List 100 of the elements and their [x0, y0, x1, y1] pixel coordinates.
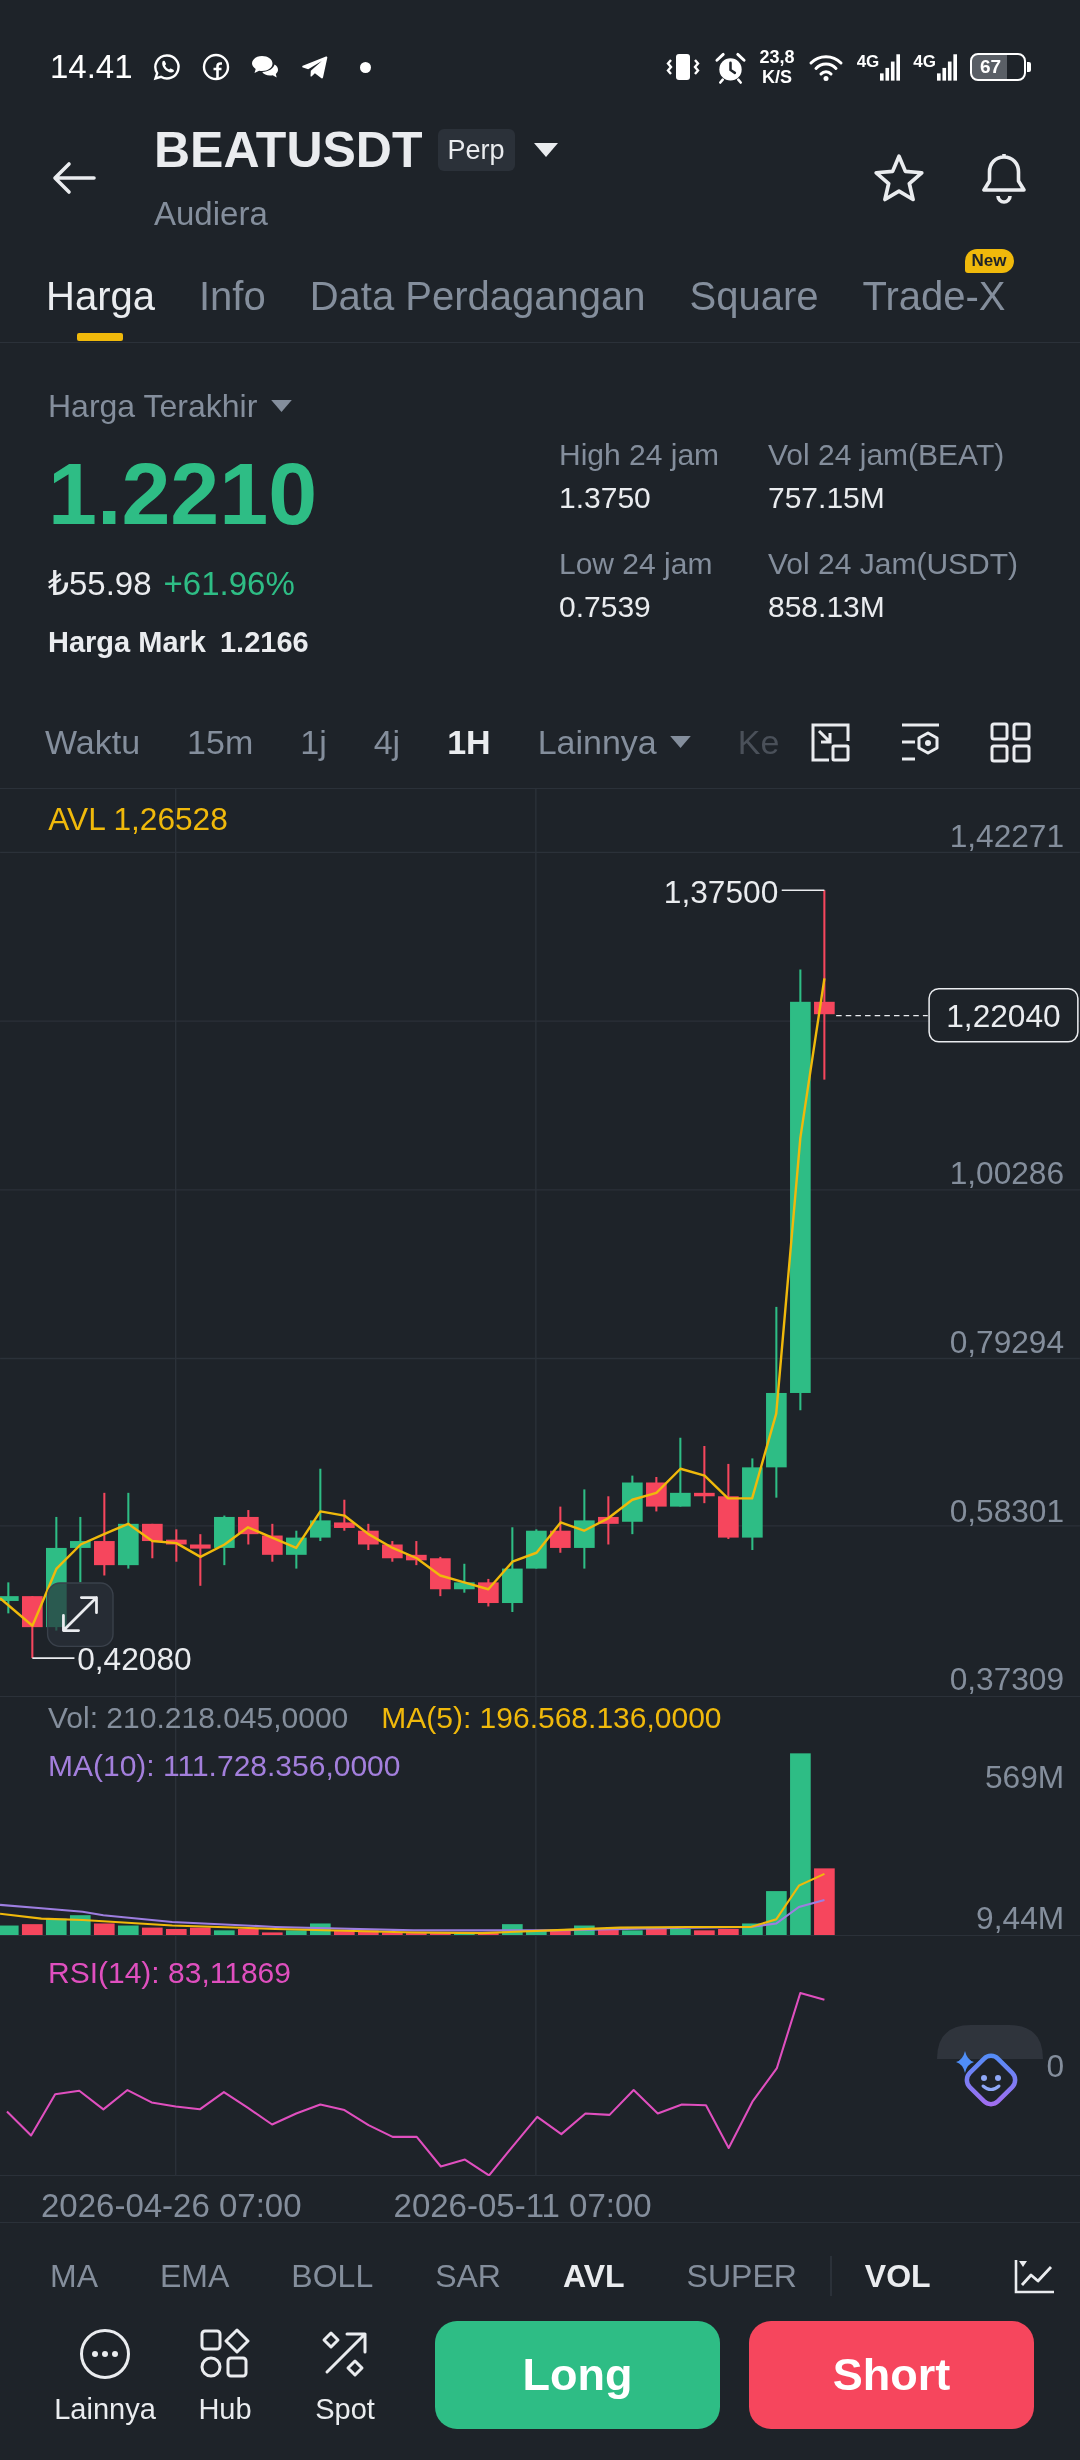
short-button[interactable]: Short: [749, 2321, 1034, 2429]
stat-label: Vol 24 jam(BEAT): [768, 437, 1005, 473]
indicator-tab[interactable]: AVL: [562, 2256, 625, 2296]
caret-down-icon: [669, 736, 691, 748]
price-type-dropdown[interactable]: Harga Terakhir: [48, 388, 293, 424]
indicator-tab[interactable]: SAR: [435, 2256, 501, 2296]
volume-bar: [334, 1930, 355, 1936]
volume-bar: [0, 1925, 19, 1936]
stat-value: 757.15M: [768, 480, 885, 516]
time-axis-label: 2026-04-26 07:00: [41, 2188, 302, 2222]
interval-tab[interactable]: Lainnya: [537, 722, 691, 762]
time-axis-label: 2026-05-11 07:00: [393, 2188, 652, 2222]
last-price: 1.2210: [48, 446, 318, 542]
volume-bar: [69, 1915, 91, 1936]
fiat-price: ₺55.98: [48, 564, 152, 604]
grid-icon[interactable]: [990, 721, 1031, 763]
rsi-value: RSI(14): 83,11869: [48, 1955, 291, 1991]
volume-bar: [430, 1933, 451, 1936]
candle: [70, 1516, 91, 1583]
bell-icon[interactable]: [979, 151, 1029, 205]
volume-bar: [694, 1930, 715, 1936]
indicator-tab[interactable]: SUPER: [686, 2256, 797, 2296]
stat-value: 858.13M: [768, 589, 885, 625]
volume-bar: [189, 1927, 211, 1936]
indicator-tab[interactable]: BOLL: [291, 2256, 374, 2296]
long-button[interactable]: Long: [435, 2321, 720, 2429]
candle: [454, 1563, 475, 1593]
window-arrow-icon[interactable]: [810, 721, 851, 763]
candle: [358, 1523, 379, 1550]
candle: [0, 1582, 19, 1614]
candle: [550, 1506, 571, 1553]
expand-icon[interactable]: [46, 1582, 114, 1648]
price-axis-label: 0,79294: [949, 1324, 1065, 1361]
stat-label: Vol 24 Jam(USDT): [768, 546, 1019, 582]
volume-bar: [598, 1928, 619, 1936]
wifi-icon: [807, 52, 844, 82]
price-axis-label: 1,42271: [949, 817, 1065, 854]
indicator-tab[interactable]: MA: [50, 2256, 98, 2296]
contract-type-badge: Perp: [437, 129, 515, 171]
volume-bar: [670, 1928, 691, 1936]
star-icon[interactable]: [874, 154, 924, 202]
candle: [598, 1496, 619, 1545]
ma10-value: MA(10): 111.728.356,0000: [48, 1748, 401, 1784]
battery-indicator: 67: [970, 53, 1031, 81]
candle: [334, 1499, 355, 1531]
interval-tab[interactable]: Waktu: [45, 722, 141, 762]
volume-bar: [262, 1932, 283, 1936]
volume-bar: [93, 1923, 115, 1936]
stat-label: High 24 jam: [559, 437, 720, 473]
interval-tab[interactable]: 1j: [300, 722, 327, 762]
price-axis-label: 0,58301: [949, 1492, 1065, 1529]
network-speed-unit: K/S: [762, 67, 793, 87]
high-leader-line: [780, 889, 826, 892]
low-price-marker: 0,42080: [77, 1640, 192, 1677]
candle: [646, 1477, 667, 1512]
last-price-tag: 1,22040: [928, 987, 1079, 1043]
volume-axis-label: 569M: [984, 1758, 1065, 1795]
dot-icon: [359, 61, 371, 73]
volume-bar: [502, 1924, 523, 1936]
circle-f-icon: [200, 52, 231, 82]
arrow-left-icon[interactable]: [52, 161, 96, 195]
caret-down-icon: [271, 400, 293, 412]
tab[interactable]: Data Perdagangan: [309, 244, 646, 342]
indicator-value: AVL 1,26528: [48, 800, 228, 837]
list-settings-icon[interactable]: [900, 721, 941, 763]
candle: [622, 1475, 643, 1535]
candle: [142, 1523, 163, 1559]
caret-down-icon[interactable]: [533, 143, 558, 157]
interval-tab[interactable]: 4j: [373, 722, 401, 762]
hub-button[interactable]: Hub: [170, 2321, 280, 2426]
volume-bar: [358, 1930, 379, 1936]
volume-bar: [718, 1928, 739, 1936]
project-name: Audiera: [154, 194, 268, 234]
ma5-value: MA(5): 196.568.136,0000: [381, 1700, 722, 1736]
stat-value: 1.3750: [559, 480, 651, 516]
candle: [262, 1523, 283, 1562]
volume-bar: [622, 1930, 643, 1936]
volume-bar: [550, 1930, 571, 1936]
spot-button[interactable]: Spot: [290, 2321, 400, 2426]
volume-bar: [454, 1933, 475, 1936]
low-leader-line: [31, 1657, 76, 1659]
mark-price-label: Harga Mark: [48, 625, 206, 660]
price-axis-label: 0,37309: [949, 1661, 1065, 1696]
tab[interactable]: Square: [689, 244, 819, 342]
shapes-icon: [199, 2328, 251, 2380]
indicator-tab[interactable]: VOL: [864, 2256, 931, 2296]
interval-tab[interactable]: 1H: [447, 722, 491, 762]
phone-vibrate-icon: [664, 52, 701, 82]
tab[interactable]: Harga: [46, 244, 155, 342]
volume-bar: [21, 1924, 43, 1936]
candle: [286, 1530, 307, 1569]
more-button[interactable]: Lainnya: [50, 2321, 160, 2426]
network-type-label: 4G: [913, 53, 936, 71]
tab[interactable]: Info: [198, 244, 266, 342]
rsi-axis-label: 0: [1046, 2047, 1065, 2084]
volume-value: Vol: 210.218.045,0000: [48, 1700, 349, 1736]
volume-bar: [214, 1930, 235, 1936]
interval-tab[interactable]: 15m: [187, 722, 254, 762]
indicator-tab[interactable]: EMA: [160, 2256, 230, 2296]
chart-line-icon[interactable]: [1013, 2258, 1055, 2294]
